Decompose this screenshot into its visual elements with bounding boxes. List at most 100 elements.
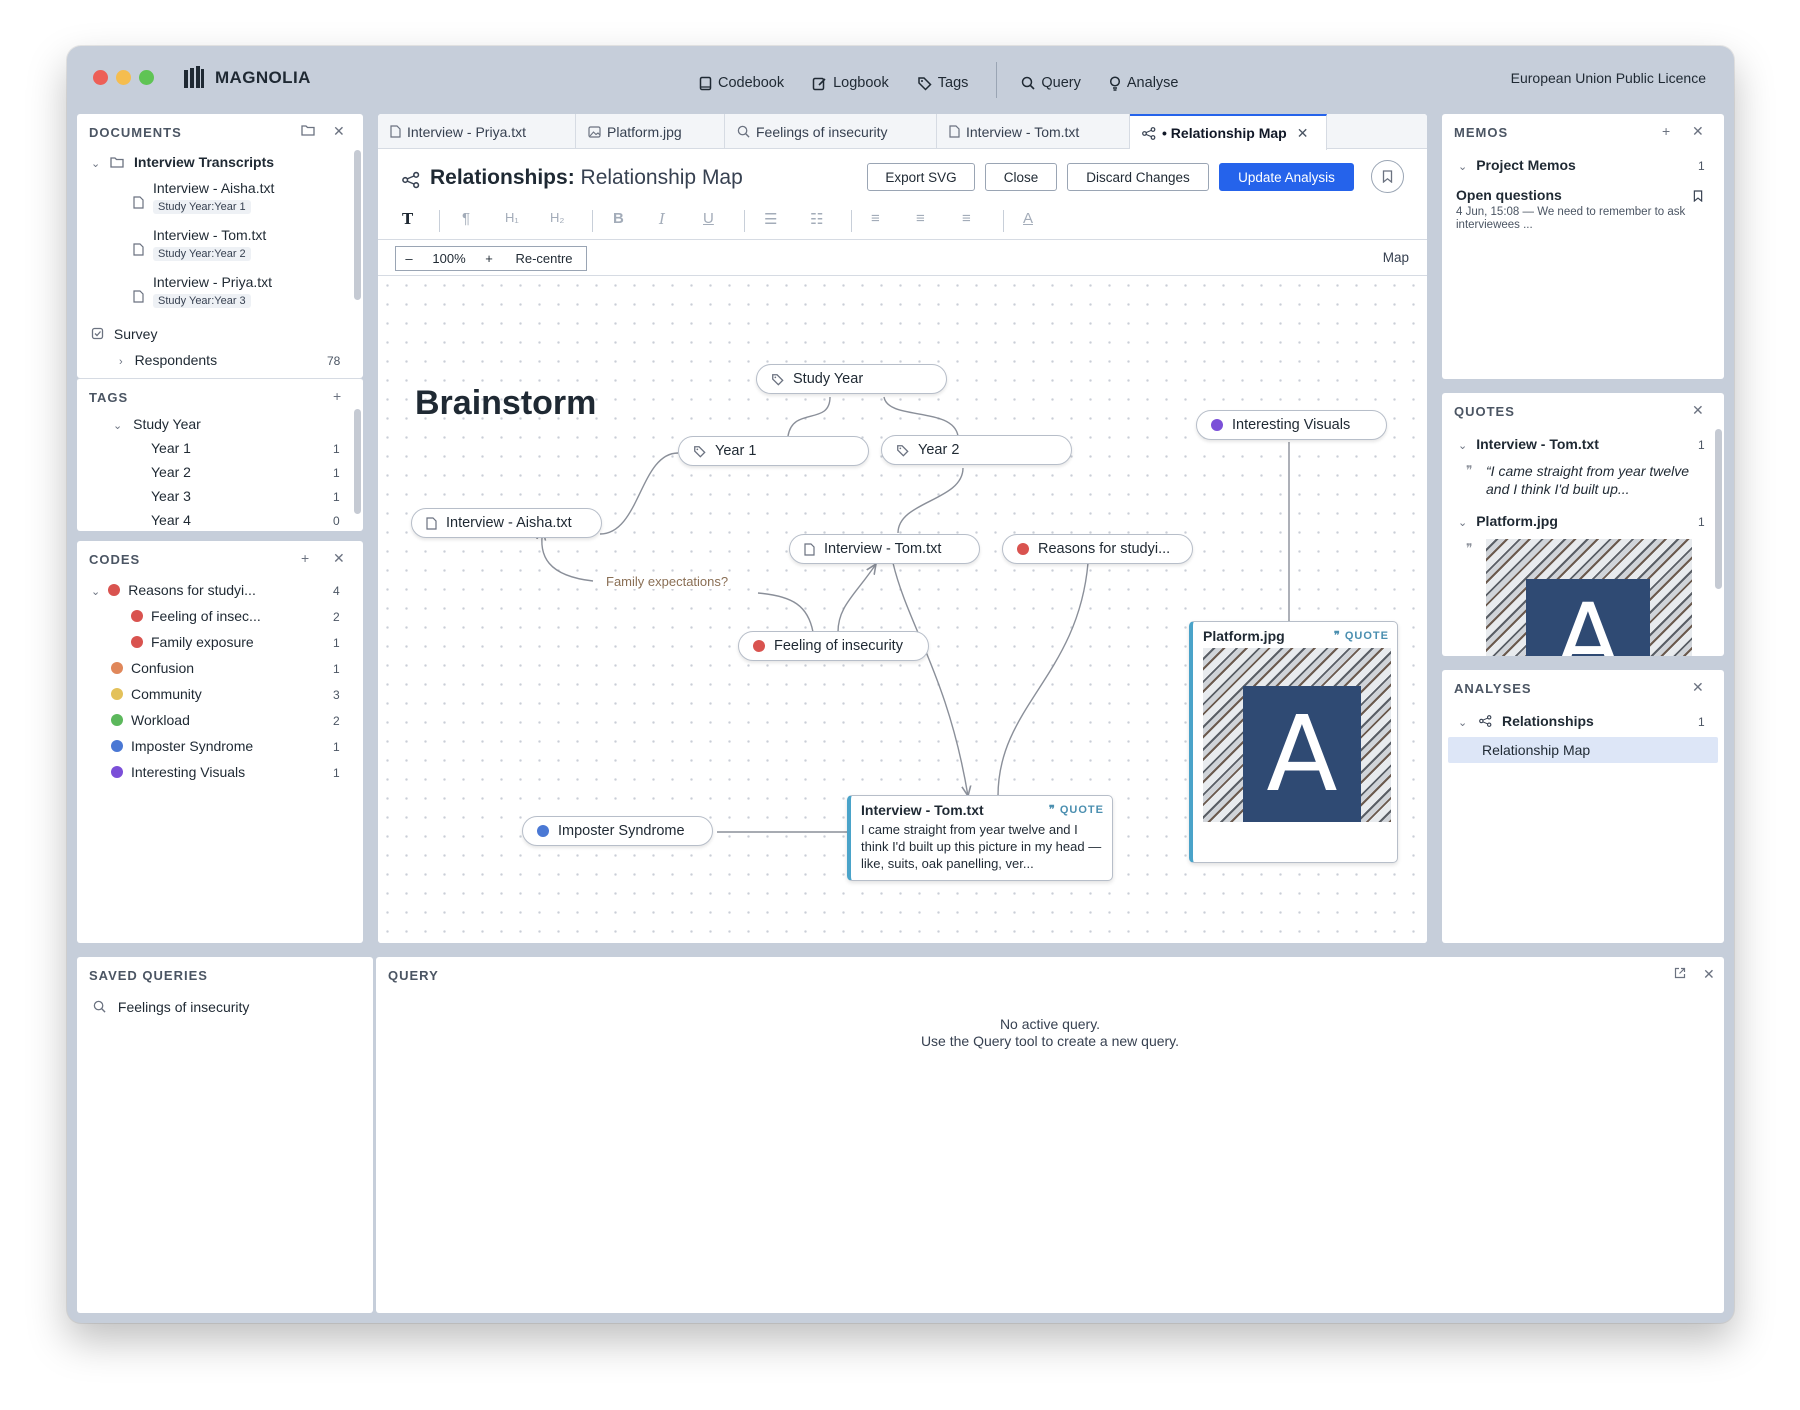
close-icon[interactable]: ✕ <box>333 550 345 567</box>
respondents-item[interactable]: › Respondents <box>119 352 217 368</box>
heading1-icon[interactable]: H₁ <box>505 210 519 225</box>
bookmark-button[interactable] <box>1371 160 1404 193</box>
add-code-icon[interactable]: + <box>301 550 309 566</box>
node-reasons-for-studying[interactable]: Reasons for studyi... <box>1002 534 1193 564</box>
memo-group[interactable]: ⌄ Project Memos <box>1458 157 1576 173</box>
memo-item-title[interactable]: Open questions <box>1456 187 1562 203</box>
bullet-list-icon[interactable]: ☰ <box>764 210 777 228</box>
tab-platform-jpg[interactable]: Platform.jpg <box>576 114 725 149</box>
analysis-item-selected[interactable]: Relationship Map <box>1448 737 1718 763</box>
bold-icon[interactable]: B <box>613 210 624 227</box>
zoom-out-button[interactable]: – <box>395 246 423 271</box>
code-item[interactable]: Family exposure <box>131 634 254 650</box>
quote-text[interactable]: “I came straight from year twelve and I … <box>1486 462 1706 498</box>
numbered-list-icon[interactable]: ☷ <box>810 210 823 228</box>
zoom-in-button[interactable]: + <box>476 246 503 271</box>
image-card-platform[interactable]: Platform.jpg ❞ QUOTE A <box>1189 621 1398 863</box>
export-svg-button[interactable]: Export SVG <box>867 163 975 191</box>
node-year-1[interactable]: Year 1 <box>678 436 869 466</box>
lightbulb-icon <box>1109 75 1120 91</box>
discard-changes-button[interactable]: Discard Changes <box>1067 163 1209 191</box>
analysis-group[interactable]: ⌄ Relationships <box>1458 713 1594 729</box>
add-tag-icon[interactable]: + <box>333 388 341 404</box>
edge-label-family-expectations[interactable]: Family expectations? <box>604 574 731 589</box>
close-icon[interactable]: ✕ <box>1692 679 1704 696</box>
tag-item[interactable]: Year 4 <box>151 512 191 528</box>
heading2-icon[interactable]: H₂ <box>550 210 564 225</box>
folder-interview-transcripts[interactable]: ⌄ Interview Transcripts <box>91 154 274 170</box>
code-item[interactable]: Feeling of insec... <box>131 608 261 624</box>
add-memo-icon[interactable]: + <box>1662 123 1670 139</box>
align-left-icon[interactable]: ≡ <box>871 210 880 227</box>
text-style-icon[interactable]: T <box>402 210 413 228</box>
quote-group[interactable]: ⌄ Interview - Tom.txt <box>1458 436 1599 452</box>
quote-card-interview-tom[interactable]: Interview - Tom.txt ❞ QUOTE I came strai… <box>847 795 1113 881</box>
saved-query-item[interactable]: Feelings of insecurity <box>93 999 249 1015</box>
update-analysis-button[interactable]: Update Analysis <box>1219 163 1354 191</box>
code-item[interactable]: Imposter Syndrome <box>111 738 253 754</box>
tag-item[interactable]: Year 3 <box>151 488 191 504</box>
code-item[interactable]: Confusion <box>111 660 194 676</box>
node-year-2[interactable]: Year 2 <box>881 435 1072 465</box>
pop-out-icon[interactable] <box>1674 966 1686 982</box>
licence-link[interactable]: European Union Public Licence <box>1511 70 1706 86</box>
tab-interview-tom[interactable]: Interview - Tom.txt <box>937 114 1130 149</box>
tag-group-study-year[interactable]: ⌄ Study Year <box>113 416 201 432</box>
chevron-down-icon: ⌄ <box>1458 517 1468 529</box>
scrollbar[interactable] <box>1715 429 1722 589</box>
node-feeling-of-insecurity[interactable]: Feeling of insecurity <box>738 631 929 661</box>
node-imposter-syndrome[interactable]: Imposter Syndrome <box>522 816 713 846</box>
quote-label-text: QUOTE <box>1344 630 1389 642</box>
nav-analyse[interactable]: Analyse <box>1109 75 1178 91</box>
code-item[interactable]: Interesting Visuals <box>111 764 245 780</box>
nav-codebook[interactable]: Codebook <box>699 75 784 91</box>
tab-relationship-map[interactable]: • Relationship Map ✕ <box>1130 114 1327 150</box>
code-item[interactable]: Community <box>111 686 202 702</box>
new-folder-icon[interactable] <box>301 123 315 139</box>
close-window-button[interactable] <box>93 70 108 85</box>
close-icon[interactable]: ✕ <box>1703 966 1715 983</box>
toolbar-divider <box>851 210 852 232</box>
node-interview-aisha[interactable]: Interview - Aisha.txt <box>411 508 602 538</box>
node-interesting-visuals[interactable]: Interesting Visuals <box>1196 410 1387 440</box>
close-icon[interactable]: ✕ <box>1692 402 1704 419</box>
tab-interview-priya[interactable]: Interview - Priya.txt <box>378 114 576 149</box>
nav-tags[interactable]: Tags <box>917 75 969 91</box>
underline-icon[interactable]: U <box>703 210 714 227</box>
paragraph-icon[interactable]: ¶ <box>462 210 470 227</box>
edge-year2-tom <box>897 467 964 534</box>
quote-group[interactable]: ⌄ Platform.jpg <box>1458 513 1558 529</box>
align-right-icon[interactable]: ≡ <box>962 210 971 227</box>
re-centre-button[interactable]: Re-centre <box>502 246 587 271</box>
close-tab-icon[interactable]: ✕ <box>1297 125 1309 142</box>
nav-query[interactable]: Query <box>1021 75 1081 91</box>
code-item[interactable]: Workload <box>111 712 190 728</box>
tag-item[interactable]: Year 2 <box>151 464 191 480</box>
node-label: Reasons for studyi... <box>1038 541 1171 557</box>
quote-icon: ❞ <box>1333 630 1345 642</box>
scrollbar[interactable] <box>354 409 361 514</box>
tab-feelings-of-insecurity[interactable]: Feelings of insecurity <box>725 114 937 149</box>
node-study-year[interactable]: Study Year <box>756 364 947 394</box>
zoom-window-button[interactable] <box>139 70 154 85</box>
italic-icon[interactable]: I <box>659 210 665 228</box>
code-color-dot <box>111 688 123 700</box>
nav-logbook[interactable]: Logbook <box>812 75 889 91</box>
minimize-window-button[interactable] <box>116 70 131 85</box>
scrollbar[interactable] <box>354 150 361 300</box>
map-canvas[interactable]: Brainstorm Study Year Year 1 Year 2 Inte… <box>378 276 1427 943</box>
quote-image-thumbnail[interactable]: A <box>1486 539 1692 656</box>
node-interview-tom[interactable]: Interview - Tom.txt <box>789 534 980 564</box>
close-button[interactable]: Close <box>985 163 1057 191</box>
saved-query-label: Feelings of insecurity <box>117 999 250 1015</box>
quote-group-label: Platform.jpg <box>1476 513 1558 529</box>
align-center-icon[interactable]: ≡ <box>916 210 925 227</box>
tag-item[interactable]: Year 1 <box>151 440 191 456</box>
close-icon[interactable]: ✕ <box>1692 123 1704 140</box>
survey-item[interactable]: Survey <box>91 326 157 342</box>
nav-tags-label: Tags <box>937 75 969 91</box>
text-color-icon[interactable]: A <box>1023 210 1033 227</box>
code-item[interactable]: ⌄ Reasons for studyi... <box>91 582 256 598</box>
memos-title: MEMOS <box>1454 125 1509 140</box>
close-icon[interactable]: ✕ <box>333 123 345 140</box>
